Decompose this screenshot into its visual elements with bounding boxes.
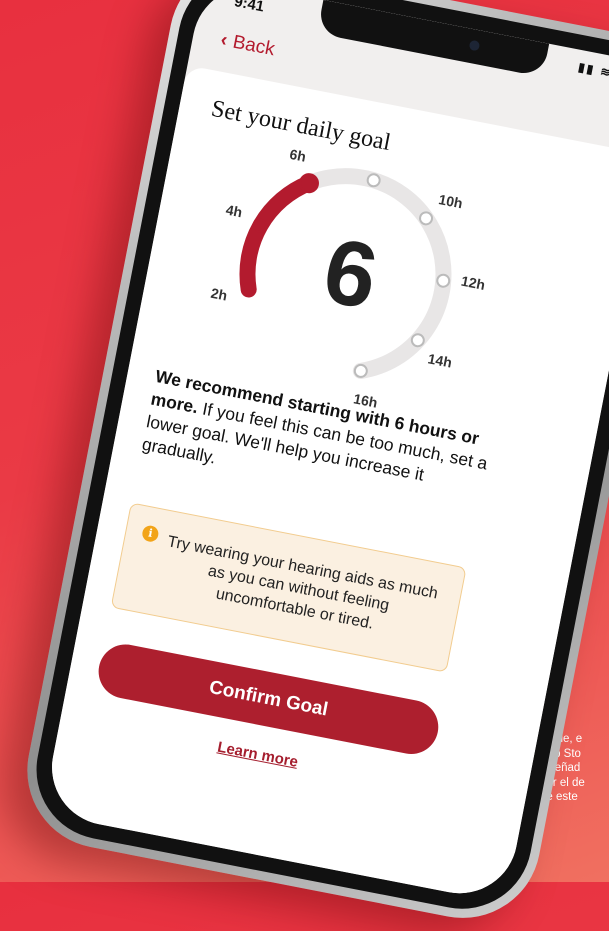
dial-tick-label: 14h: [427, 350, 454, 370]
chevron-left-icon: ‹: [218, 29, 230, 52]
dial-tick-label: 12h: [460, 273, 487, 293]
status-icons: ▮▮ ≋ ▬: [577, 60, 609, 84]
dial-tick-marker[interactable]: [419, 211, 434, 226]
dial-tick-label: 10h: [437, 191, 464, 211]
status-time: 9:41: [232, 0, 266, 16]
dial-tick-label: 6h: [288, 146, 307, 165]
phone-screen: 9:41 ▮▮ ≋ ▬ ‹Back Set your daily goal 2h…: [42, 0, 609, 904]
tip-box: i Try wearing your hearing aids as much …: [110, 502, 467, 673]
tip-text: Try wearing your hearing aids as much as…: [165, 533, 440, 633]
dial-tick-marker[interactable]: [436, 273, 451, 288]
dial-value: 6: [316, 219, 386, 329]
dial-tick-marker[interactable]: [353, 363, 368, 378]
confirm-goal-label: Confirm Goal: [207, 676, 330, 721]
back-label: Back: [231, 31, 277, 61]
info-icon: i: [140, 524, 160, 544]
dial-tick-label: 2h: [210, 285, 229, 304]
back-button[interactable]: ‹Back: [219, 29, 277, 61]
phone-mockup: 9:41 ▮▮ ≋ ▬ ‹Back Set your daily goal 2h…: [13, 0, 609, 931]
dial-progress: [239, 175, 317, 298]
main-content: Set your daily goal 2h 4h 6h 8h 10h 12h 14h 16h…: [42, 65, 609, 904]
dial-tick-marker[interactable]: [410, 333, 425, 348]
dial-tick-marker[interactable]: [253, 218, 268, 233]
dial-tick-label: 4h: [225, 202, 244, 221]
signal-icon: ▮▮: [577, 59, 597, 77]
camera-icon: [468, 39, 481, 52]
dial-tick-marker[interactable]: [366, 173, 381, 188]
dial-tick-marker[interactable]: [241, 282, 256, 297]
wifi-icon: ≋: [599, 64, 609, 81]
